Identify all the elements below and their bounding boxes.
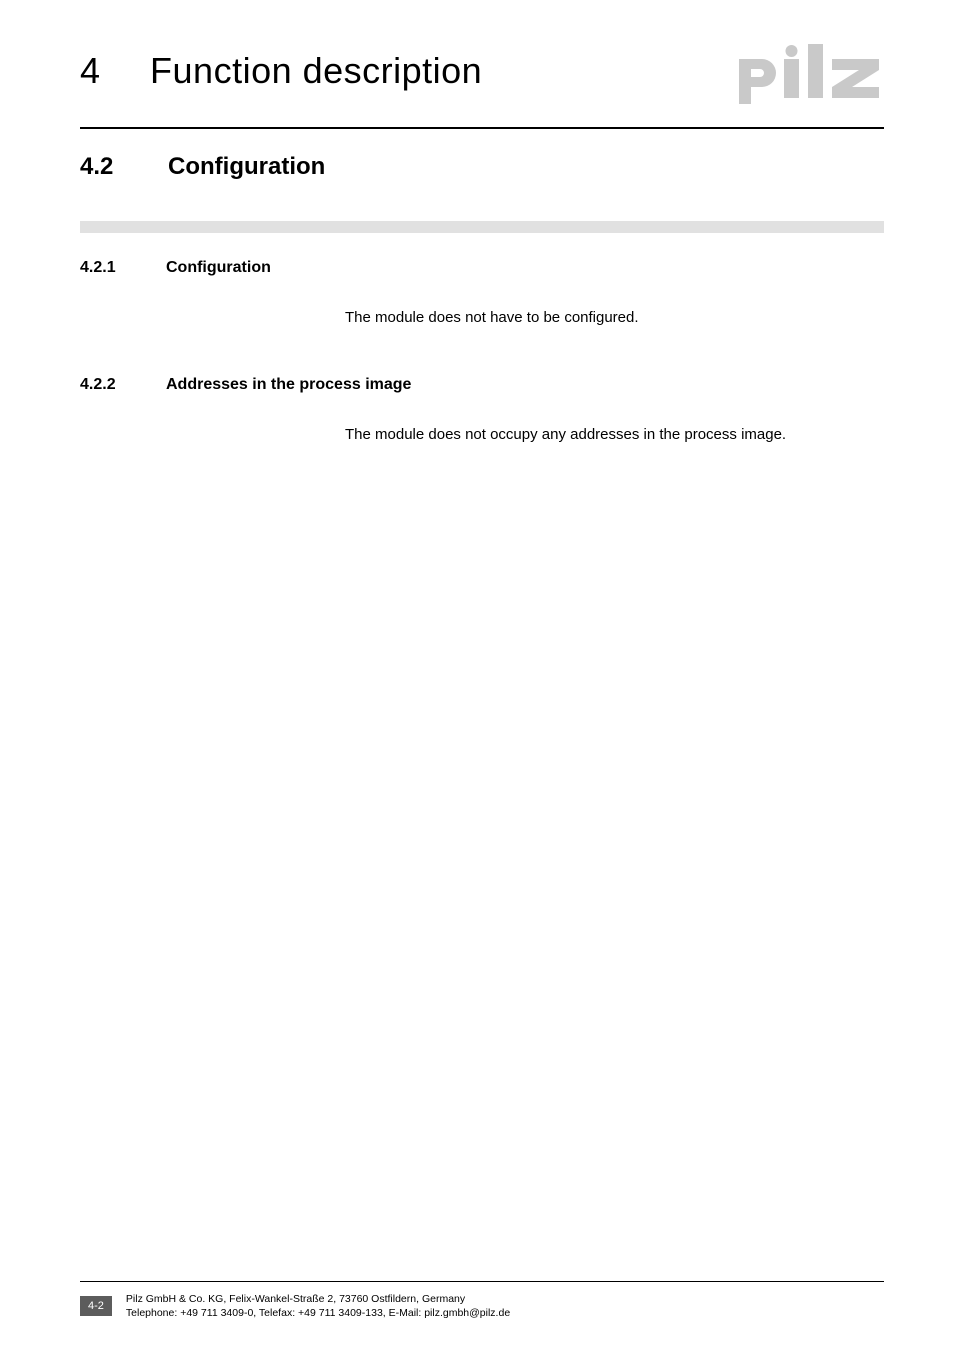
header-rule	[80, 127, 884, 129]
subsection-title: Configuration	[166, 259, 271, 277]
subsection-heading: 4.2.2 Addresses in the process image	[80, 376, 884, 394]
page-number-badge: 4-2	[80, 1296, 112, 1316]
footer-line-2: Telephone: +49 711 3409-0, Telefax: +49 …	[126, 1306, 510, 1320]
subsection-number: 4.2.1	[80, 259, 136, 277]
footer-row: 4-2 Pilz GmbH & Co. KG, Felix-Wankel-Str…	[80, 1292, 884, 1320]
footer-text: Pilz GmbH & Co. KG, Felix-Wankel-Straße …	[126, 1292, 510, 1320]
section-heading: 4.2 Configuration	[80, 153, 884, 181]
divider-bar	[80, 221, 884, 233]
page-footer: 4-2 Pilz GmbH & Co. KG, Felix-Wankel-Str…	[0, 1281, 954, 1320]
chapter-title: Function description	[150, 50, 482, 92]
document-page: 4 Function description 4.2 Co	[0, 0, 954, 1350]
subsection-number: 4.2.2	[80, 376, 136, 394]
body-paragraph: The module does not occupy any addresses…	[345, 424, 884, 445]
section-number: 4.2	[80, 153, 128, 181]
subsection-heading: 4.2.1 Configuration	[80, 259, 884, 277]
subsection-title: Addresses in the process image	[166, 376, 411, 394]
section-title: Configuration	[168, 153, 325, 181]
pilz-logo	[734, 44, 884, 109]
footer-rule	[80, 1281, 884, 1282]
page-header: 4 Function description	[80, 50, 884, 109]
chapter-heading: 4 Function description	[80, 50, 482, 92]
chapter-number: 4	[80, 50, 100, 92]
footer-line-1: Pilz GmbH & Co. KG, Felix-Wankel-Straße …	[126, 1292, 510, 1306]
body-paragraph: The module does not have to be configure…	[345, 307, 884, 328]
